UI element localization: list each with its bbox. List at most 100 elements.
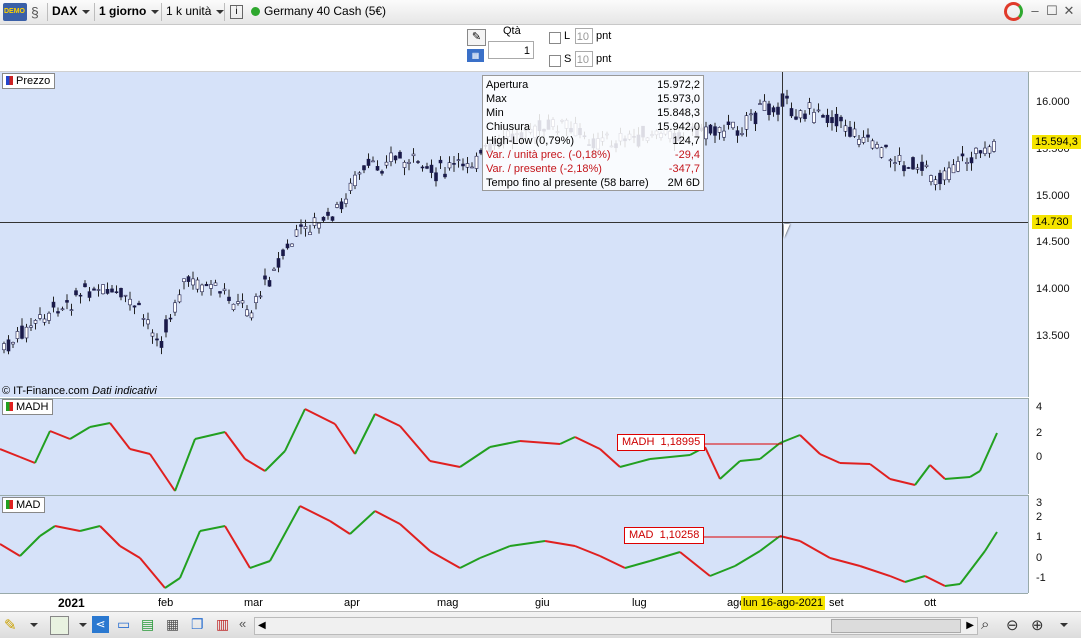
positions-icon[interactable]: ▦	[166, 616, 183, 633]
indicator-segment	[429, 460, 461, 468]
indicator-segment	[734, 550, 761, 567]
mad-swatch-icon	[6, 500, 13, 509]
candle-body	[465, 163, 470, 168]
minimize-icon[interactable]: –	[1028, 4, 1042, 18]
candle-body	[213, 282, 218, 286]
candle-body	[717, 126, 722, 133]
short-stop-checkbox[interactable]	[549, 55, 561, 67]
candle-body	[924, 164, 929, 167]
short-stop-points-input[interactable]: 10	[575, 51, 593, 67]
candle-body	[159, 340, 164, 348]
candle-body	[209, 284, 213, 289]
candle-body	[227, 296, 231, 302]
zoom-fit-icon[interactable]: ⌕	[981, 616, 998, 633]
candle-body	[146, 319, 150, 325]
indicators-icon[interactable]: ▥	[216, 616, 233, 633]
windows-icon[interactable]: ❐	[191, 616, 208, 633]
indicator-segment	[799, 434, 821, 455]
chevron-down-icon[interactable]	[1060, 623, 1068, 627]
pnt-label: pnt	[596, 53, 612, 65]
share-icon[interactable]: ⋖	[92, 616, 109, 633]
candle-body	[834, 113, 839, 127]
candle-body	[141, 318, 146, 320]
candle-body	[263, 275, 267, 280]
indicator-segment	[944, 476, 971, 480]
units-dropdown[interactable]: 1 k unità	[166, 4, 225, 18]
candle-body	[978, 150, 983, 154]
candle-body	[875, 144, 879, 149]
scale-tick: 13.500	[1036, 330, 1070, 342]
tooltip-key: Max	[486, 93, 507, 105]
madh-panel-label[interactable]: MADH	[2, 399, 54, 415]
timeframe-dropdown[interactable]: 1 giorno	[99, 4, 160, 18]
zoom-in-icon[interactable]: ⊕	[1031, 616, 1048, 634]
chevron-down-icon	[151, 9, 160, 14]
indicator-segment	[914, 464, 931, 486]
candle-body	[294, 229, 299, 237]
candle-body	[65, 300, 69, 303]
long-stop-checkbox[interactable]	[549, 32, 561, 44]
indicator-segment	[129, 448, 151, 455]
last-price-tag: 15.594,3	[1032, 135, 1081, 149]
indicator-segment	[799, 540, 831, 559]
orders-icon[interactable]: ▤	[141, 616, 158, 633]
candle-body	[744, 115, 749, 130]
mad-panel-label[interactable]: MAD	[2, 497, 46, 513]
candle-body	[470, 166, 474, 169]
candle-body	[83, 283, 87, 288]
candle-body	[785, 95, 789, 99]
chevron-down-icon[interactable]	[79, 623, 87, 627]
tooltip-row: Max 15.973,0	[486, 92, 700, 106]
indicator-segment	[79, 525, 101, 532]
indicator-segment	[929, 464, 946, 480]
price-scale[interactable]	[1028, 72, 1081, 397]
chevron-down-icon[interactable]	[30, 623, 38, 627]
candle-body	[398, 151, 402, 159]
indicator-segment	[599, 448, 621, 468]
price-panel-label[interactable]: Prezzo	[2, 73, 56, 89]
scroll-left-icon[interactable]: ◀	[258, 620, 266, 631]
scrollbar-thumb[interactable]	[831, 619, 961, 633]
candle-body	[425, 166, 429, 169]
candle-body	[128, 298, 132, 306]
mad-line	[0, 505, 998, 589]
close-icon[interactable]: ✕	[1062, 4, 1076, 18]
mad-panel[interactable]	[0, 495, 1028, 594]
zoom-out-icon[interactable]: ⊖	[1006, 616, 1023, 634]
horizontal-scrollbar[interactable]: ◀ ▶	[254, 617, 978, 635]
candle-body	[740, 133, 744, 135]
time-axis[interactable]: 2021 feb mar apr mag giu lug ago set ott lun 16-…	[0, 593, 1028, 612]
wrench-icon[interactable]: ✎	[467, 29, 486, 46]
candle-body	[866, 134, 870, 138]
indicator-segment	[284, 408, 306, 452]
settings-icon[interactable]: §	[31, 3, 43, 21]
long-stop-points-input[interactable]: 10	[575, 28, 593, 44]
indicator-segment	[519, 440, 561, 445]
candle-body	[803, 113, 807, 119]
indicator-segment	[944, 583, 961, 587]
candle-body	[992, 141, 996, 152]
info-icon[interactable]: i	[230, 5, 243, 19]
madh-panel[interactable]	[0, 398, 1028, 495]
tooltip-value: 15.942,0	[657, 121, 700, 133]
candle-body	[443, 173, 447, 178]
tooltip-row: Tempo fino al presente (58 barre) 2M 6D	[486, 176, 700, 190]
candle-body	[267, 280, 272, 287]
scroll-right-icon[interactable]: ▶	[966, 620, 974, 631]
candle-body	[132, 305, 137, 308]
symbol-dropdown[interactable]: DAX	[52, 4, 91, 18]
indicator-segment	[704, 446, 721, 480]
candle-body	[290, 243, 294, 247]
candle-body	[789, 108, 794, 117]
tooltip-key: Apertura	[486, 79, 529, 91]
madh-line	[0, 408, 998, 492]
maximize-icon[interactable]: ☐	[1045, 4, 1059, 18]
chart-type-icon[interactable]	[50, 616, 69, 635]
comment-icon[interactable]: ▭	[117, 616, 134, 633]
keypad-icon[interactable]: ▦	[467, 49, 484, 62]
madh-value-label: MADH	[622, 436, 655, 448]
qty-input[interactable]: 1	[488, 41, 534, 59]
candle-body	[335, 204, 339, 208]
sync-icon[interactable]	[1004, 2, 1023, 21]
draw-tools-icon[interactable]: ✎	[4, 616, 21, 634]
